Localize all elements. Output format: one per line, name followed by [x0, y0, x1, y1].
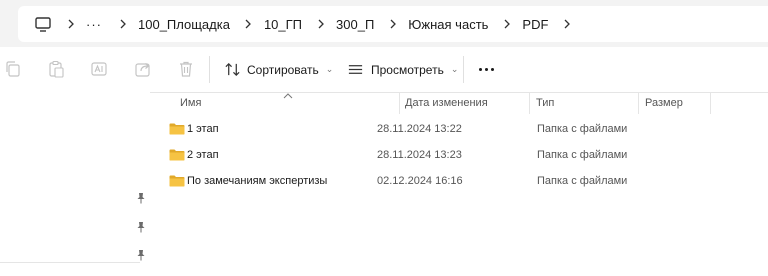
- file-date: 28.11.2024 13:22: [377, 123, 462, 135]
- copy-icon[interactable]: [4, 60, 22, 78]
- pin-icon[interactable]: [136, 249, 146, 261]
- chevron-right-icon[interactable]: [244, 6, 254, 42]
- file-date: 28.11.2024 13:23: [377, 149, 462, 161]
- column-divider[interactable]: [710, 92, 711, 114]
- column-header-size[interactable]: Размер: [645, 92, 683, 114]
- chevron-right-icon[interactable]: [118, 6, 128, 42]
- delete-icon[interactable]: [177, 60, 195, 78]
- breadcrumb-item[interactable]: 100_Площадка: [138, 17, 230, 32]
- breadcrumb-overflow[interactable]: ···: [86, 17, 102, 32]
- view-button[interactable]: Просмотреть ⌄: [347, 47, 458, 92]
- breadcrumb-item[interactable]: PDF: [522, 17, 548, 32]
- file-date: 02.12.2024 16:16: [377, 175, 463, 187]
- share-icon[interactable]: [134, 60, 152, 78]
- view-label: Просмотреть: [371, 62, 444, 77]
- rename-icon[interactable]: [90, 60, 108, 78]
- folder-icon: [169, 123, 185, 135]
- file-row[interactable]: 1 этап 28.11.2024 13:22 Папка с файлами: [160, 117, 660, 141]
- navigation-pane: [0, 92, 150, 276]
- file-type: Папка с файлами: [537, 123, 628, 135]
- file-name: По замечаниям экспертизы: [187, 175, 328, 187]
- chevron-right-icon[interactable]: [562, 6, 572, 42]
- sort-ascending-icon: [283, 88, 293, 99]
- sort-icon: [224, 61, 241, 78]
- sort-button[interactable]: Сортировать ⌄: [224, 47, 333, 92]
- command-bar: Сортировать ⌄ Просмотреть ⌄: [0, 47, 768, 93]
- file-name: 1 этап: [187, 123, 219, 135]
- chevron-right-icon[interactable]: [316, 6, 326, 42]
- pin-icon[interactable]: [136, 192, 146, 204]
- breadcrumb-item[interactable]: 300_П: [336, 17, 374, 32]
- chevron-down-icon: ⌄: [325, 64, 334, 74]
- toolbar-divider: [463, 56, 464, 83]
- folder-icon: [169, 149, 185, 161]
- file-type: Папка с файлами: [537, 149, 628, 161]
- column-divider[interactable]: [399, 92, 400, 114]
- chevron-right-icon[interactable]: [502, 6, 512, 42]
- breadcrumb-item[interactable]: 10_ГП: [264, 17, 302, 32]
- column-divider[interactable]: [638, 92, 639, 114]
- column-divider[interactable]: [529, 92, 530, 114]
- pin-icon[interactable]: [136, 221, 146, 233]
- folder-icon: [169, 175, 185, 187]
- sort-label: Сортировать: [247, 62, 319, 77]
- column-header-type[interactable]: Тип: [536, 92, 554, 114]
- toolbar-divider: [209, 56, 210, 83]
- file-row[interactable]: По замечаниям экспертизы 02.12.2024 16:1…: [160, 169, 660, 193]
- breadcrumb[interactable]: ··· 100_Площадка 10_ГП 300_П Южная часть…: [18, 6, 768, 42]
- file-row[interactable]: 2 этап 28.11.2024 13:23 Папка с файлами: [160, 143, 660, 167]
- chevron-down-icon: ⌄: [450, 64, 459, 74]
- breadcrumb-item[interactable]: Южная часть: [408, 17, 488, 32]
- column-header-name[interactable]: Имя: [180, 92, 201, 114]
- chevron-right-icon[interactable]: [66, 6, 76, 42]
- file-type: Папка с файлами: [537, 175, 628, 187]
- this-pc-icon[interactable]: [34, 15, 52, 33]
- address-bar: ··· 100_Площадка 10_ГП 300_П Южная часть…: [0, 0, 768, 47]
- nav-divider: [0, 262, 140, 263]
- chevron-right-icon[interactable]: [388, 6, 398, 42]
- paste-icon[interactable]: [47, 60, 65, 78]
- file-name: 2 этап: [187, 149, 219, 161]
- more-options-icon[interactable]: [476, 60, 496, 78]
- column-header-date[interactable]: Дата изменения: [405, 92, 488, 114]
- view-list-icon: [347, 61, 364, 78]
